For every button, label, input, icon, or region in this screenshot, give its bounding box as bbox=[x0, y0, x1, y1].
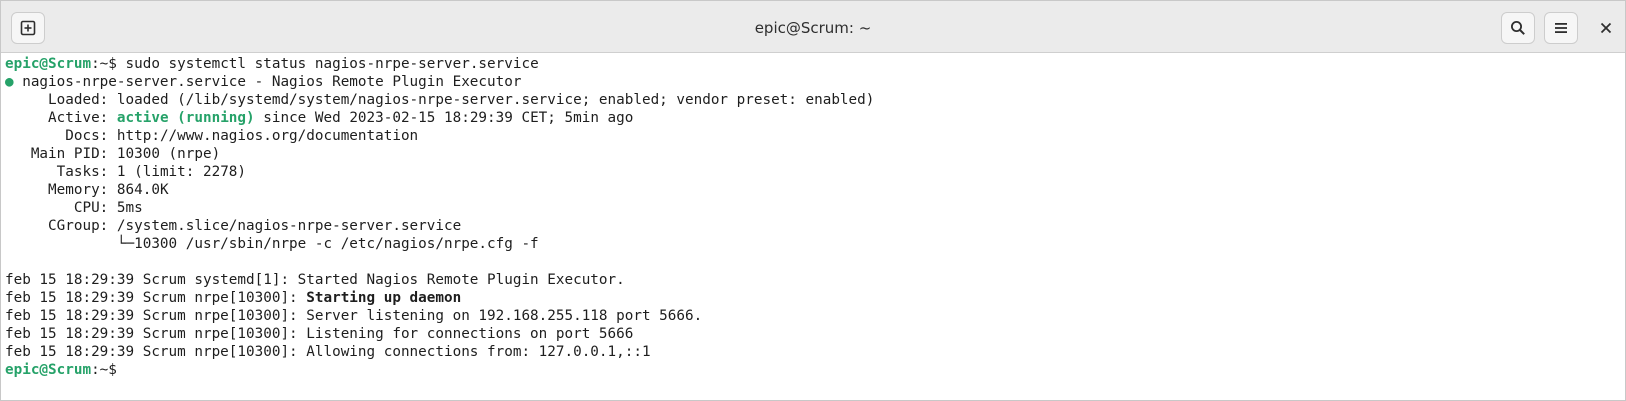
search-button[interactable] bbox=[1501, 12, 1535, 44]
cgroup-child-line: └─10300 /usr/sbin/nrpe -c /etc/nagios/nr… bbox=[5, 236, 539, 252]
mainpid-label: Main PID: bbox=[5, 146, 117, 162]
memory-label: Memory: bbox=[5, 182, 117, 198]
new-tab-button[interactable] bbox=[11, 12, 45, 44]
docs-line: Docs: http://www.nagios.org/documentatio… bbox=[5, 127, 1625, 145]
memory-value: 864.0K bbox=[116, 182, 169, 198]
log-line: feb 15 18:29:39 Scrum nrpe[10300]: Start… bbox=[5, 289, 1625, 307]
log-line: feb 15 18:29:39 Scrum systemd[1]: Starte… bbox=[5, 271, 1625, 289]
cgroup-value: /system.slice/nagios-nrpe-server.service bbox=[116, 218, 462, 234]
close-button[interactable] bbox=[1589, 12, 1623, 44]
log-message: Listening for connections on port 5666 bbox=[306, 326, 634, 342]
log-line: feb 15 18:29:39 Scrum nrpe[10300]: Liste… bbox=[5, 325, 1625, 343]
active-state: active (running) bbox=[116, 110, 255, 126]
prompt-user-host: epic@Scrum bbox=[5, 56, 92, 72]
active-label: Active: bbox=[5, 110, 117, 126]
cgroup-line: CGroup: /system.slice/nagios-nrpe-server… bbox=[5, 217, 1625, 235]
tasks-line: Tasks: 1 (limit: 2278) bbox=[5, 163, 1625, 181]
text-cursor bbox=[126, 361, 135, 378]
service-header: nagios-nrpe-server.service - Nagios Remo… bbox=[13, 74, 522, 90]
log-message: Allowing connections from: 127.0.0.1,::1 bbox=[306, 344, 651, 360]
command-text: sudo systemctl status nagios-nrpe-server… bbox=[125, 56, 539, 72]
log-line: feb 15 18:29:39 Scrum nrpe[10300]: Serve… bbox=[5, 307, 1625, 325]
log-message: Server listening on 192.168.255.118 port… bbox=[306, 308, 703, 324]
mainpid-value: 10300 (nrpe) bbox=[116, 146, 221, 162]
loaded-label: Loaded: bbox=[5, 92, 117, 108]
prompt-path: :~$ bbox=[91, 56, 126, 72]
new-tab-icon bbox=[20, 20, 36, 36]
terminal-window: epic@Scrum: ~ epic@Scrum:~$ sudo systemc… bbox=[0, 0, 1626, 401]
search-icon bbox=[1510, 20, 1526, 36]
active-rest: since Wed 2023-02-15 18:29:39 CET; 5min … bbox=[254, 110, 634, 126]
terminal-output[interactable]: epic@Scrum:~$ sudo systemctl status nagi… bbox=[1, 54, 1625, 400]
log-prefix: feb 15 18:29:39 Scrum nrpe[10300]: bbox=[5, 344, 307, 360]
loaded-line: Loaded: loaded (/lib/systemd/system/nagi… bbox=[5, 91, 1625, 109]
cpu-label: CPU: bbox=[5, 200, 117, 216]
tasks-label: Tasks: bbox=[5, 164, 117, 180]
log-message: Starting up daemon bbox=[306, 290, 462, 306]
log-message: Started Nagios Remote Plugin Executor. bbox=[297, 272, 625, 288]
cpu-value: 5ms bbox=[116, 200, 143, 216]
command-line: epic@Scrum:~$ sudo systemctl status nagi… bbox=[5, 55, 1625, 73]
log-prefix: feb 15 18:29:39 Scrum nrpe[10300]: bbox=[5, 308, 307, 324]
cgroup-label: CGroup: bbox=[5, 218, 117, 234]
prompt-line[interactable]: epic@Scrum:~$ bbox=[5, 361, 1625, 379]
tasks-value: 1 (limit: 2278) bbox=[116, 164, 247, 180]
prompt-path: :~$ bbox=[91, 362, 126, 378]
log-prefix: feb 15 18:29:39 Scrum systemd[1]: bbox=[5, 272, 298, 288]
title-bar: epic@Scrum: ~ bbox=[1, 1, 1625, 53]
window-title: epic@Scrum: ~ bbox=[754, 19, 872, 37]
hamburger-menu-icon bbox=[1554, 21, 1568, 35]
loaded-value: loaded (/lib/systemd/system/nagios-nrpe-… bbox=[116, 92, 875, 108]
log-prefix: feb 15 18:29:39 Scrum nrpe[10300]: bbox=[5, 290, 307, 306]
docs-link[interactable]: http://www.nagios.org/documentation bbox=[117, 128, 418, 144]
cpu-line: CPU: 5ms bbox=[5, 199, 1625, 217]
service-header-line: ● nagios-nrpe-server.service - Nagios Re… bbox=[5, 73, 1625, 91]
log-line: feb 15 18:29:39 Scrum nrpe[10300]: Allow… bbox=[5, 343, 1625, 361]
active-line: Active: active (running) since Wed 2023-… bbox=[5, 109, 1625, 127]
memory-line: Memory: 864.0K bbox=[5, 181, 1625, 199]
mainpid-line: Main PID: 10300 (nrpe) bbox=[5, 145, 1625, 163]
log-prefix: feb 15 18:29:39 Scrum nrpe[10300]: bbox=[5, 326, 307, 342]
docs-label: Docs: bbox=[5, 128, 117, 144]
menu-button[interactable] bbox=[1544, 12, 1578, 44]
close-icon bbox=[1600, 22, 1612, 34]
status-bullet: ● bbox=[5, 74, 14, 90]
prompt-user-host: epic@Scrum bbox=[5, 362, 92, 378]
